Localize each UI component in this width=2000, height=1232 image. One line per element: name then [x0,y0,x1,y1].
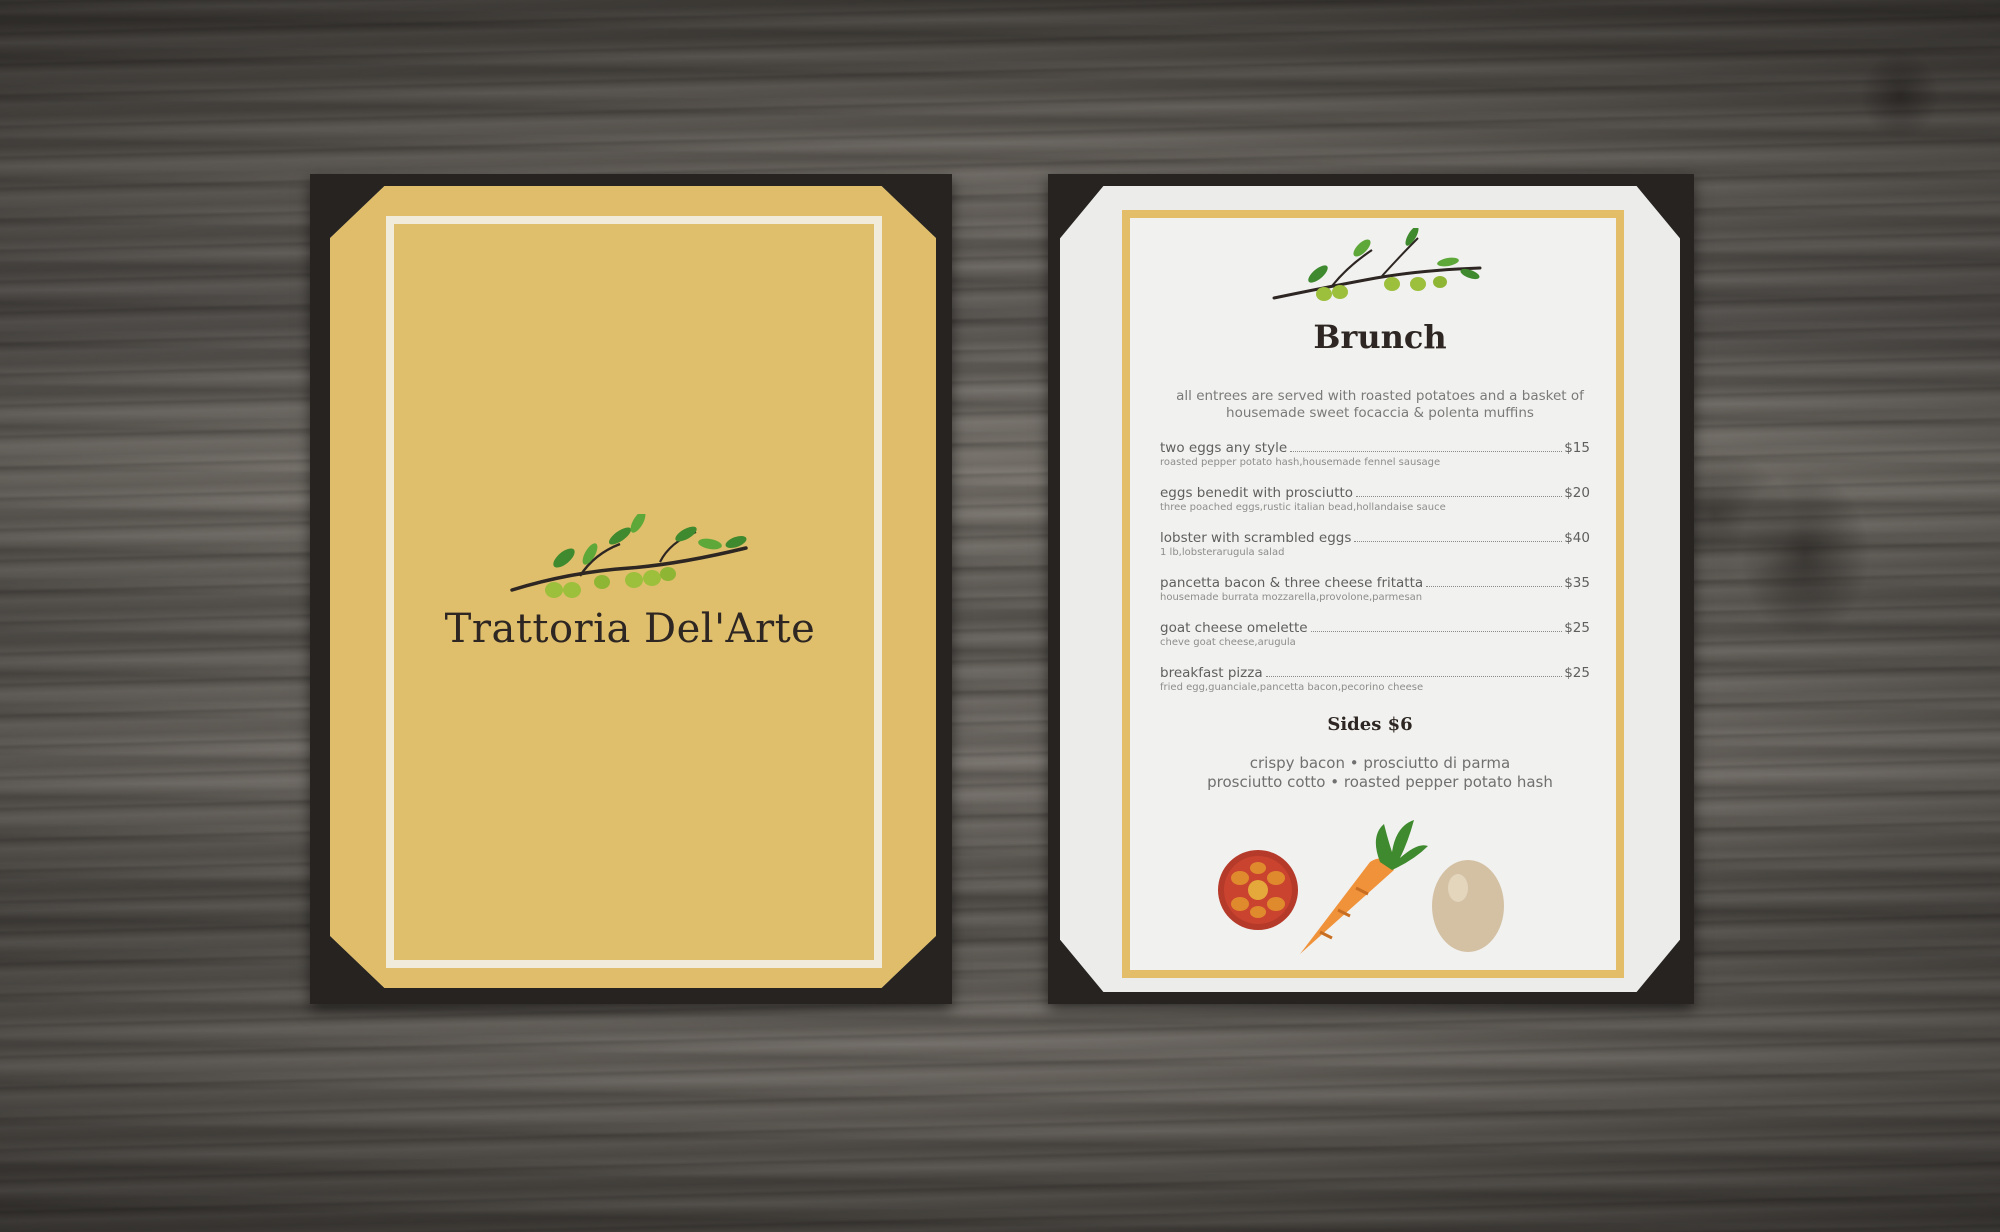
item-leader-dots [1356,496,1563,497]
carrot-icon [1300,820,1428,954]
sides-heading: Sides $6 [1327,714,1413,735]
menu-item-list: two eggs any style $15 roasted pepper pot… [1160,440,1590,710]
sides-line: crispy bacon • prosciutto di parma [1249,754,1511,772]
tomato-icon [1218,850,1298,930]
item-description: housemade burrata mozzarella,provolone,p… [1160,592,1423,603]
item-leader-dots [1354,541,1563,542]
item-description: 1 lb,lobsterarugula salad [1160,547,1285,558]
item-description: three poached eggs,rustic italian bead,h… [1160,502,1446,513]
item-price: $35 [1564,575,1590,591]
restaurant-name: Trattoria Del'Arte [444,606,816,652]
item-name: goat cheese omelette [1160,620,1308,636]
egg-icon [1432,860,1504,952]
item-price: $25 [1564,620,1590,636]
item-leader-dots [1426,586,1563,587]
vegetable-illustration [1218,820,1504,954]
menu-item: two eggs any style $15 roasted pepper pot… [1160,440,1590,485]
item-leader-dots [1310,631,1563,632]
item-name: two eggs any style [1160,440,1288,456]
item-description: fried egg,guanciale,pancetta bacon,pecor… [1160,682,1424,693]
menu-item: eggs benedit with prosciutto $20 three po… [1160,485,1590,530]
menu-heading: Brunch [1313,318,1447,356]
item-description: roasted pepper potato hash,housemade fen… [1160,457,1441,468]
menu-intro-line: all entrees are served with roasted pota… [1176,388,1584,404]
menu-item: lobster with scrambled eggs $40 1 lb,lobs… [1160,530,1590,575]
item-name: eggs benedit with prosciutto [1160,485,1354,501]
sides-line: prosciutto cotto • roasted pepper potato… [1207,773,1553,791]
menu-item: pancetta bacon & three cheese fritatta $3… [1160,575,1590,620]
olive-branch-icon [510,514,748,598]
item-leader-dots [1290,451,1563,452]
menu-intro: all entrees are served with roasted pota… [1160,388,1600,422]
item-name: breakfast pizza [1160,665,1263,681]
olive-branch-icon [1272,228,1482,301]
menu-item: goat cheese omelette $25 cheve goat chees… [1160,620,1590,665]
wood-table-background [0,0,2000,1232]
item-price: $15 [1564,440,1590,456]
item-description: cheve goat cheese,arugula [1160,637,1296,648]
sides-list: crispy bacon • prosciutto di parma prosc… [1160,754,1600,792]
item-name: lobster with scrambled eggs [1160,530,1352,546]
item-price: $25 [1564,665,1590,681]
item-name: pancetta bacon & three cheese fritatta [1160,575,1424,591]
item-leader-dots [1265,676,1563,677]
menu-item: breakfast pizza $25 fried egg,guanciale,p… [1160,665,1590,710]
item-price: $20 [1564,485,1590,501]
item-price: $40 [1564,530,1590,546]
menu-intro-line: housemade sweet focaccia & polenta muffi… [1226,405,1534,421]
